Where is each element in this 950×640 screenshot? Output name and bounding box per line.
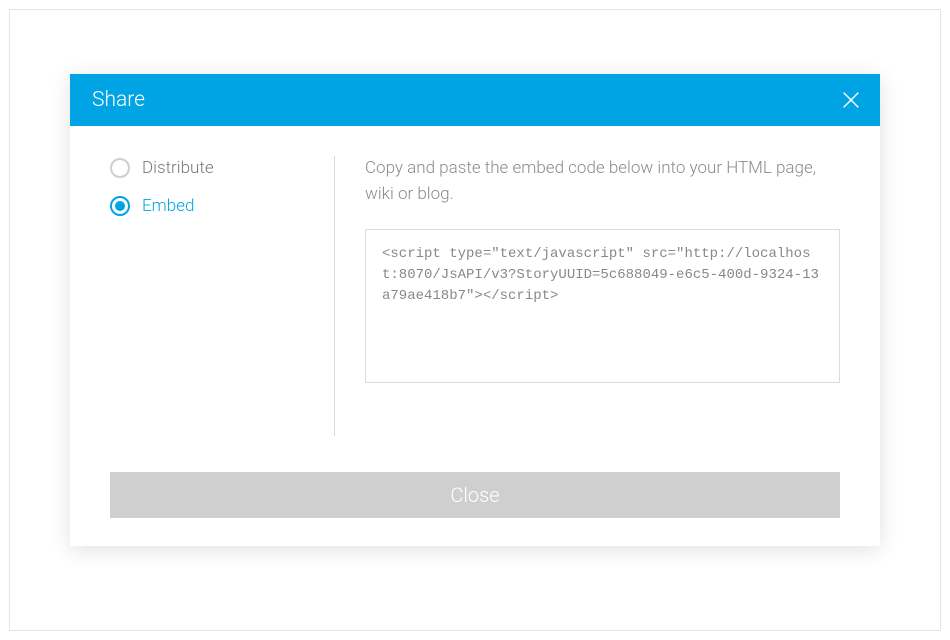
- radio-option-distribute[interactable]: Distribute: [110, 158, 334, 178]
- radio-label: Distribute: [142, 158, 214, 178]
- dialog-header: Share: [70, 74, 880, 126]
- dialog-footer: Close: [70, 456, 880, 546]
- instruction-text: Copy and paste the embed code below into…: [365, 156, 840, 207]
- radio-option-embed[interactable]: Embed: [110, 196, 334, 216]
- share-dialog: Share Distribute Embed: [70, 74, 880, 546]
- outer-frame: Share Distribute Embed: [9, 9, 941, 631]
- radio-icon: [110, 196, 130, 216]
- embed-panel: Copy and paste the embed code below into…: [335, 156, 840, 436]
- dialog-body: Distribute Embed Copy and paste the embe…: [70, 126, 880, 456]
- radio-label: Embed: [142, 196, 194, 216]
- share-sidebar: Distribute Embed: [110, 156, 335, 436]
- close-button[interactable]: Close: [110, 472, 840, 518]
- dialog-title: Share: [92, 88, 145, 112]
- radio-icon: [110, 158, 130, 178]
- close-icon[interactable]: [840, 89, 862, 111]
- embed-code-box[interactable]: <script type="text/javascript" src="http…: [365, 229, 840, 383]
- radio-dot-icon: [115, 201, 125, 211]
